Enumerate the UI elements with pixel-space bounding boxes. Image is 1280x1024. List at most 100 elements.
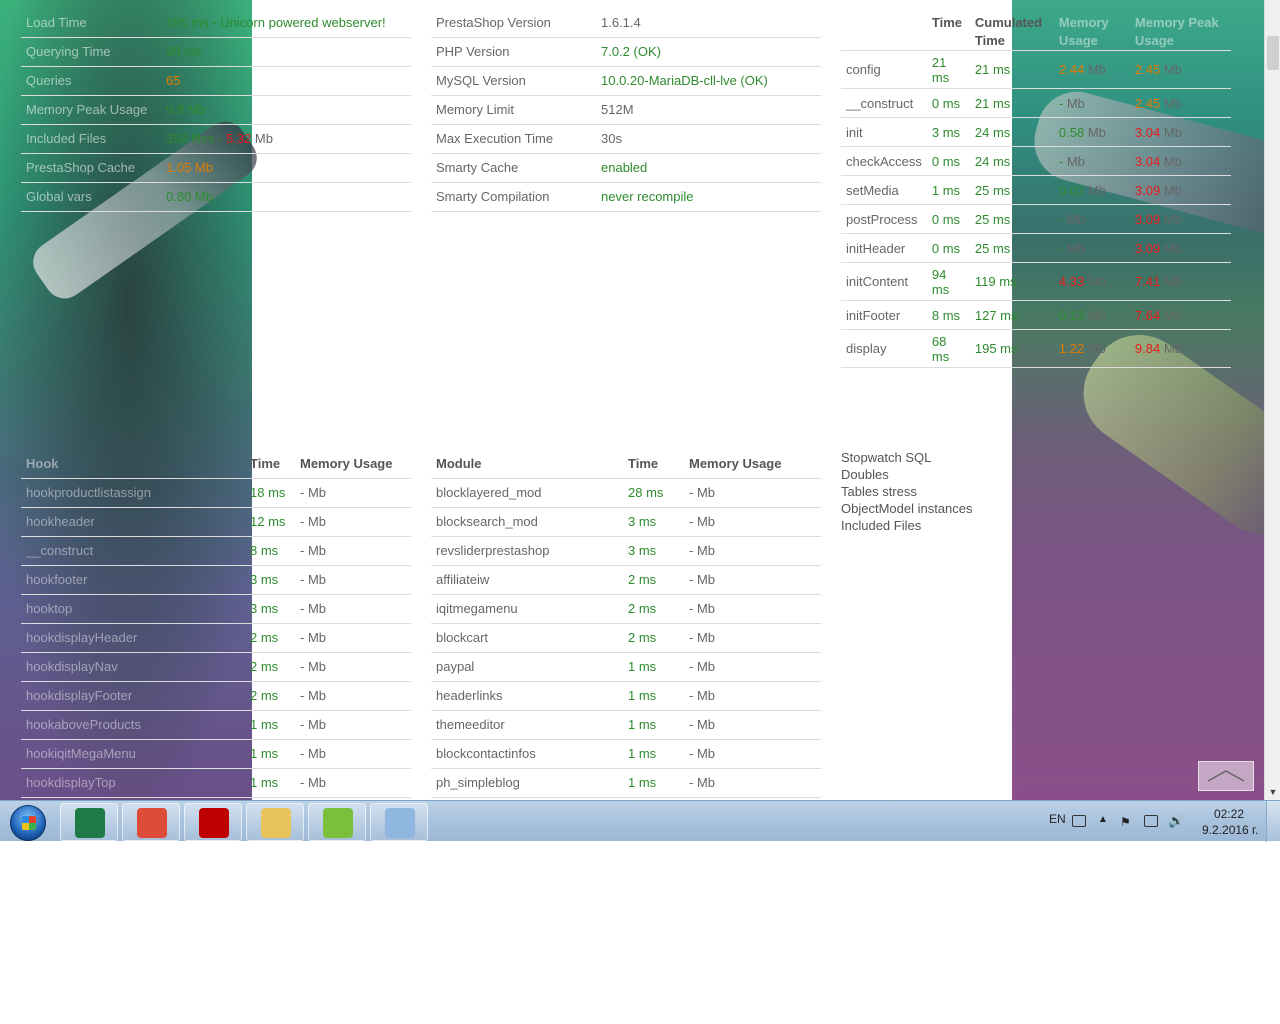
stage-peak: 3.09 Mb [1129,204,1231,234]
hook-time: 8 ms [245,536,295,566]
hook-row: hookdisplayHeader 2 ms - Mb [21,623,411,653]
stage-memory: - Mb [1053,146,1130,176]
stage-memory: 4.33 Mb [1053,262,1130,301]
stage-peak-unit: Mb [1163,240,1182,256]
hook-name: hookdisplayHeader [21,623,245,653]
summary-row: Queries 65 [21,66,411,96]
taskbar-app-button[interactable] [184,803,242,841]
network-icon[interactable] [1144,815,1158,827]
taskbar-app-button[interactable] [370,803,428,841]
summary-row: Global vars 0.80 Mb [21,182,411,212]
module-time: 1 ms [623,681,684,711]
hook-name: hookproductlistassign [21,478,245,508]
module-time: 1 ms [623,739,684,769]
hook-memory: - Mb [295,710,411,740]
stage-peak-unit: Mb [1163,211,1182,227]
version-key: PHP Version [431,37,596,67]
file-explorer-icon [261,808,291,838]
hook-memory: - Mb [295,652,411,682]
stage-name: initContent [841,262,927,301]
stage-name: __construct [841,88,927,118]
clock-date[interactable]: 9.2.2016 г. [1202,823,1258,837]
stage-row: initContent 94 ms 119 ms 4.33 Mb 7.41 Mb [841,262,1231,301]
stage-name: initHeader [841,233,927,263]
module-name: blockcontactinfos [431,739,623,769]
versions-table: PrestaShop Version 1.6.1.4 PHP Version 7.0.… [431,8,821,212]
module-name: revsliderprestashop [431,536,623,566]
extras-link-stopwatch[interactable]: Stopwatch SQL [841,449,1021,466]
hook-row: hookproductlistassign 18 ms - Mb [21,478,411,508]
stage-memory-value: 1.22 [1058,341,1085,356]
hook-row: hookdisplayNav 2 ms - Mb [21,652,411,682]
summary-value-text: 9.8 Mb [166,102,206,117]
show-hidden-icons-icon[interactable]: ▲ [1098,814,1108,825]
summary-row: PrestaShop Cache 1.05 Mb [21,153,411,183]
volume-icon[interactable]: 🔊 [1168,813,1184,829]
extras-link-doubles[interactable]: Doubles [841,466,1021,483]
scrollbar-thumb[interactable] [1267,36,1279,70]
modules-header-memory: Memory Usage [684,449,821,479]
taskbar-app-button[interactable] [60,803,118,841]
module-memory: - Mb [684,478,821,508]
version-value: never recompile [596,182,821,212]
stage-name: checkAccess [841,146,927,176]
language-indicator[interactable]: EN [1049,812,1066,826]
hook-name: hookfooter [21,565,245,595]
extras-link-tables-stress[interactable]: Tables stress [841,483,1021,500]
module-memory: - Mb [684,536,821,566]
stage-cumulated: 25 ms [969,233,1054,263]
stage-row: __construct 0 ms 21 ms - Mb 2.45 Mb [841,88,1231,118]
extras-link-objectmodel[interactable]: ObjectModel instances [841,500,1021,517]
show-desktop-button[interactable] [1266,801,1280,842]
stage-peak-unit: Mb [1163,124,1182,140]
summary-row: Load Time 195 ms - Unicorn powered webser… [21,8,411,38]
hooks-header-memory: Memory Usage [295,449,411,479]
action-center-flag-icon[interactable]: ⚑ [1120,815,1134,829]
hook-time: 2 ms [245,681,295,711]
module-time: 1 ms [623,652,684,682]
stage-name: display [841,329,927,368]
stage-memory: 0.02 Mb [1053,175,1130,205]
chrome-icon [137,808,167,838]
module-memory: - Mb [684,652,821,682]
stage-memory-unit: Mb [1066,153,1085,169]
taskbar-app-button[interactable] [246,803,304,841]
clock-time[interactable]: 02:22 [1214,807,1244,821]
module-row: revsliderprestashop 3 ms - Mb [431,536,821,566]
extras-link-included-files[interactable]: Included Files [841,517,1021,534]
stage-peak: 3.09 Mb [1129,233,1231,263]
hooks-table: Hook Time Memory Usage hookproductlistas… [21,449,411,798]
version-row: PHP Version 7.0.2 (OK) [431,37,821,67]
back-to-top-button[interactable] [1198,761,1254,791]
module-row: ph_simpleblog 1 ms - Mb [431,768,821,798]
module-name: ph_simpleblog [431,768,623,798]
stage-peak: 3.04 Mb [1129,117,1231,147]
hook-time: 2 ms [245,652,295,682]
stages-table: Time Cumulated Time Memory Usage Memory … [841,8,1231,368]
module-name: paypal [431,652,623,682]
start-button[interactable] [6,803,50,841]
stage-peak-value: 9.84 [1134,341,1161,356]
summary-row: Memory Peak Usage 9.8 Mb [21,95,411,125]
stage-cumulated: 24 ms [969,117,1054,147]
stage-cumulated: 127 ms [969,300,1054,330]
scroll-down-arrow-icon[interactable]: ▼ [1265,784,1280,800]
modules-table: Module Time Memory Usage blocklayered_mo… [431,449,821,798]
module-name: iqitmegamenu [431,594,623,624]
hook-row: hookaboveProducts 1 ms - Mb [21,710,411,740]
stage-peak: 7.41 Mb [1129,262,1231,301]
stage-memory-value: 2.44 [1058,62,1085,77]
modules-panel: Module Time Memory Usage blocklayered_mo… [431,449,821,798]
stage-peak-value: 2.45 [1134,62,1161,77]
summary-panel: Load Time 195 ms - Unicorn powered webser… [21,8,411,212]
stage-peak-value: 7.41 [1134,274,1161,289]
taskbar-app-button[interactable] [308,803,366,841]
windows-logo-icon [10,805,46,841]
taskbar-app-button[interactable] [122,803,180,841]
version-value: 1.6.1.4 [596,8,821,38]
keyboard-icon[interactable] [1072,815,1086,827]
version-row: Memory Limit 512M [431,95,821,125]
version-key: Max Execution Time [431,124,596,154]
vertical-scrollbar[interactable]: ▼ [1264,0,1280,800]
summary-value: 195 ms - Unicorn powered webserver! [161,8,411,38]
